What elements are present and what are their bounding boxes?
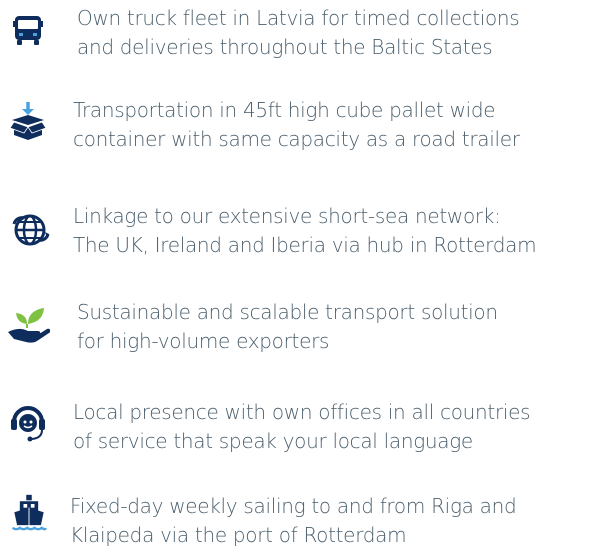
feature-line-2: container with same capacity as a road t… bbox=[73, 127, 520, 151]
feature-line-2: The UK, Ireland and Iberia via hub in Ro… bbox=[73, 233, 537, 257]
feature-line-2: and deliveries throughout the Baltic Sta… bbox=[77, 35, 493, 59]
hand-plant-icon bbox=[6, 302, 50, 346]
headset-person-icon bbox=[6, 400, 50, 444]
ship-icon bbox=[7, 493, 51, 537]
feature-text: Local presence with own offices in all c… bbox=[73, 398, 531, 456]
feature-line-1: Fixed-day weekly sailing to and from Rig… bbox=[70, 494, 517, 518]
truck-icon bbox=[6, 8, 50, 52]
feature-line-2: Klaipeda via the port of Rotterdam bbox=[70, 523, 407, 547]
feature-item-weekly-sailing: Fixed-day weekly sailing to and from Rig… bbox=[0, 490, 604, 553]
feature-item-local-presence: Local presence with own offices in all c… bbox=[0, 394, 604, 464]
feature-item-short-sea-network: Linkage to our extensive short-sea netwo… bbox=[0, 200, 604, 270]
feature-text: Sustainable and scalable transport solut… bbox=[77, 298, 498, 356]
feature-line-2: for high-volume exporters bbox=[77, 329, 330, 353]
feature-text: Own truck fleet in Latvia for timed coll… bbox=[77, 4, 520, 62]
feature-text: Linkage to our extensive short-sea netwo… bbox=[73, 202, 537, 260]
feature-line-2: of service that speak your local languag… bbox=[73, 429, 473, 453]
feature-line-1: Local presence with own offices in all c… bbox=[73, 400, 531, 424]
feature-item-sustainable: Sustainable and scalable transport solut… bbox=[0, 294, 604, 364]
feature-line-1: Transportation in 45ft high cube pallet … bbox=[73, 98, 496, 122]
feature-line-1: Own truck fleet in Latvia for timed coll… bbox=[77, 6, 520, 30]
feature-item-container: Transportation in 45ft high cube pallet … bbox=[0, 94, 604, 164]
box-download-icon bbox=[6, 100, 50, 144]
feature-list: Own truck fleet in Latvia for timed coll… bbox=[0, 0, 604, 553]
feature-line-1: Linkage to our extensive short-sea netwo… bbox=[73, 204, 501, 228]
feature-line-1: Sustainable and scalable transport solut… bbox=[77, 300, 498, 324]
feature-item-truck-fleet: Own truck fleet in Latvia for timed coll… bbox=[0, 0, 604, 70]
feature-text: Transportation in 45ft high cube pallet … bbox=[73, 96, 520, 154]
globe-network-icon bbox=[10, 210, 54, 254]
feature-text: Fixed-day weekly sailing to and from Rig… bbox=[70, 492, 517, 550]
